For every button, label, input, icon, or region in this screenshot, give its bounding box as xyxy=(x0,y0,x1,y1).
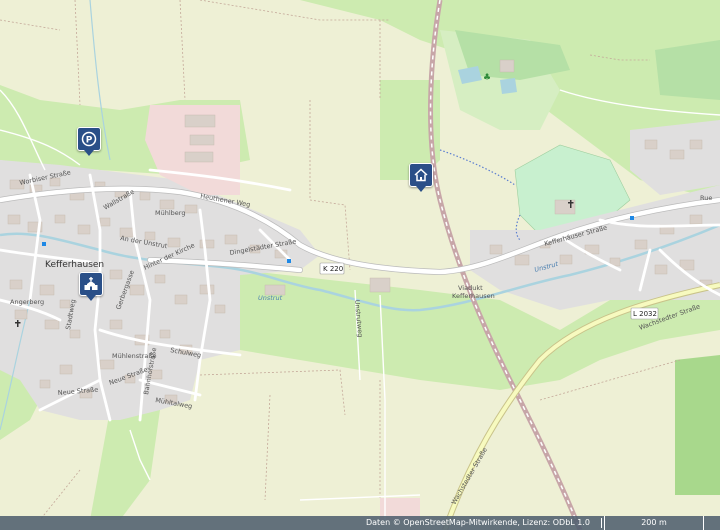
orchard-area xyxy=(655,40,720,100)
orchard-area xyxy=(675,355,720,495)
attribution-text[interactable]: Daten © OpenStreetMap-Mitwirkende, Lizen… xyxy=(366,516,590,530)
viaduct-label: Kefferhausen xyxy=(452,292,495,300)
svg-text:P: P xyxy=(86,136,93,146)
place-label-kefferhausen: Kefferhausen xyxy=(45,260,104,270)
church-marker[interactable] xyxy=(79,272,103,301)
water-label: Unstrut xyxy=(258,294,283,302)
street-label: Rue xyxy=(700,194,712,202)
road-ref-l2032-text: L 2032 xyxy=(633,310,657,318)
home-marker[interactable] xyxy=(409,163,433,192)
map-canvas[interactable]: ♣ K 220 L 2032 Kefferhausen Worbiser Str… xyxy=(0,0,720,530)
scale-bar: 200 m xyxy=(604,516,704,530)
street-label: Angerberg xyxy=(10,298,44,306)
parking-icon: P xyxy=(81,131,97,147)
viaduct-label: Viadukt xyxy=(458,284,483,292)
park-tree-icon: ♣ xyxy=(483,73,491,83)
road-ref-l2032: L 2032 xyxy=(630,307,659,320)
road-ref-k220-text: K 220 xyxy=(323,265,343,273)
attribution-bar: Daten © OpenStreetMap-Mitwirkende, Lizen… xyxy=(0,516,720,530)
home-icon xyxy=(414,168,428,182)
parking-marker[interactable]: P xyxy=(77,127,101,156)
pond xyxy=(500,78,517,94)
scale-divider xyxy=(601,518,602,528)
road-ref-k220: K 220 xyxy=(319,262,345,275)
street-label: Mühlberg xyxy=(155,209,185,217)
church-icon xyxy=(84,277,98,290)
